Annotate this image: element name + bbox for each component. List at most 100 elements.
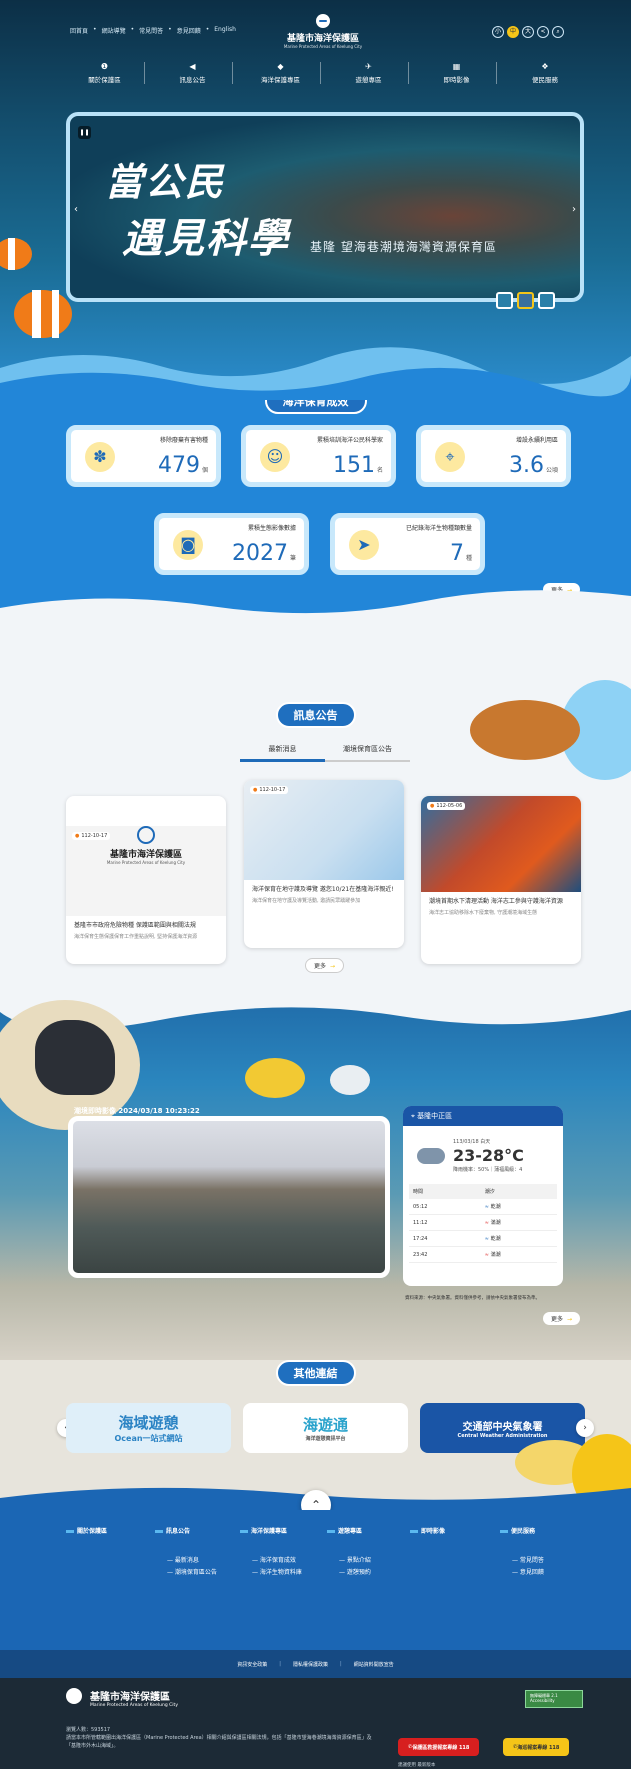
tide-table: 時間 潮汐 05:12 ≈ 乾潮 11:12 ≈ 滿潮 17:24 ≈ 乾潮 23:42…	[409, 1184, 557, 1263]
utility-icons: 小 中 大 < ⌕	[492, 26, 564, 38]
info-icon: ❶	[100, 62, 109, 71]
footer: 資訊安全政策 | 隱私權保護政策 | 網站資料開放宣告 基隆市海洋保護區 Marin…	[0, 1650, 631, 1769]
search-icon[interactable]: ⌕	[552, 26, 564, 38]
font-small-icon[interactable]: 小	[492, 26, 504, 38]
nav-recreation[interactable]: ✈ 遊憩專區	[329, 62, 409, 84]
footer-info: 瀏覽人數：593517 請當本市所管轄範圍出海洋保護區（Marine Prote…	[66, 1726, 376, 1750]
stat-label: 移除廢棄有害物種	[159, 437, 208, 444]
news-card[interactable]: 112-05-06 潮境首期水下清理活動 海洋志工參與守護海洋資源 海洋志工協助…	[421, 796, 581, 964]
wave-divider	[0, 347, 631, 400]
boat-icon: ✈	[365, 62, 372, 71]
footer-col-title[interactable]: 便民服務	[500, 1526, 544, 1535]
table-header: 時間	[409, 1184, 481, 1199]
news-more-button[interactable]: 更多	[305, 958, 345, 973]
tab-latest-news[interactable]: 最新消息	[240, 744, 325, 762]
news-card[interactable]: 112-10-17 基隆市海洋保護區 Marine Protected Area…	[66, 796, 226, 964]
footer-link[interactable]: 海洋保育成效	[240, 1555, 302, 1564]
link-haiyoutong[interactable]: 海遊通 海洋遊憩資訊平台	[243, 1403, 408, 1453]
stat-card: ☺ 累積培訓海洋公民科學家 151 名	[241, 425, 396, 487]
footer-link[interactable]: 意見回饋	[500, 1567, 544, 1576]
tide-value: ≈ 乾潮	[480, 1199, 557, 1215]
footer-col-title[interactable]: 訊息公告	[155, 1526, 217, 1535]
nav-service[interactable]: ❖ 便民服務	[505, 62, 585, 84]
chevron-right-icon[interactable]: ›	[576, 1419, 594, 1437]
policy-link[interactable]: 資訊安全政策	[237, 1661, 267, 1668]
footer-col: 即時影像	[410, 1526, 445, 1555]
link-ocean-portal[interactable]: 海域遊憩 Ocean一站式網站	[66, 1403, 231, 1453]
hotline-coastguard-button[interactable]: ✆ 海巡報案專線 118	[503, 1738, 570, 1756]
font-large-icon[interactable]: 大	[522, 26, 534, 38]
section-title: 其他連結	[275, 1360, 356, 1386]
banner-line2: 遇見科學	[122, 215, 290, 262]
visitor-count: 瀏覽人數：593517	[66, 1727, 111, 1733]
share-icon[interactable]: <	[537, 26, 549, 38]
policy-links: 資訊安全政策 | 隱私權保護政策 | 網站資料開放宣告	[0, 1650, 631, 1678]
banner-thumb[interactable]	[538, 292, 555, 309]
pause-icon[interactable]: ❚❚	[78, 126, 91, 139]
link-text: 海遊通	[302, 1416, 348, 1434]
footer-link[interactable]: 潮境保育區公告	[155, 1567, 217, 1576]
diver-image	[35, 1020, 115, 1095]
tide-value: ≈ 乾潮	[480, 1230, 557, 1247]
footer-col-title[interactable]: 即時影像	[410, 1526, 445, 1535]
table-header: 潮汐	[480, 1184, 557, 1199]
stat-label: 已紀錄海洋生物種類數量	[405, 525, 472, 532]
news-card[interactable]: 112-10-17 海洋保育在地守護及導覽 邀您10/21在基隆海洋親近! 海洋…	[244, 780, 404, 948]
stat-value: 151 名	[332, 453, 383, 478]
tab-reserve-notice[interactable]: 潮境保育區公告	[325, 744, 410, 760]
policy-link[interactable]: 網站資料開放宣告	[354, 1661, 394, 1668]
news-section: 訊息公告 最新消息 潮境保育區公告 112-10-17 基隆市海洋保護區 Mar…	[0, 620, 631, 990]
section-title: 海洋保育成效	[264, 400, 367, 414]
accessibility-badge[interactable]: 無障礙標章 2.1 Accessibility	[525, 1690, 583, 1708]
chevron-left-icon[interactable]: ‹	[74, 204, 78, 215]
policy-link[interactable]: 隱私權保護政策	[293, 1661, 328, 1668]
stat-value: 2027 筆	[231, 541, 296, 566]
top-link-faq[interactable]: 常見問答	[139, 26, 163, 35]
site-logo[interactable]: 基隆市海洋保護區 Marine Protected Areas of Keelu…	[276, 14, 370, 49]
footer-col-title[interactable]: 關於保護區	[66, 1526, 107, 1535]
hotline-rescue-button[interactable]: ✆ 保護區救援報案專線 118	[398, 1738, 480, 1756]
stat-card: ➤ 已紀錄海洋生物種類數量 7種	[330, 513, 485, 575]
chevron-right-icon[interactable]: ›	[572, 204, 576, 215]
nav-protection[interactable]: ◆ 海洋保護專區	[241, 62, 321, 84]
nav-label: 便民服務	[532, 76, 558, 84]
font-medium-icon[interactable]: 中	[507, 26, 519, 38]
hero-banner[interactable]: ❚❚ 當公民 遇見科學 基隆 望海巷潮境海灣資源保育區 ‹ ›	[66, 112, 584, 302]
footer-link[interactable]: 海洋生物資料庫	[240, 1567, 302, 1576]
top-link-home[interactable]: 回首頁	[70, 26, 88, 35]
footer-nav: 關於保護區 訊息公告 最新消息 潮境保育區公告 海洋保護專區 海洋保育成效 海洋…	[0, 1510, 631, 1650]
camera-icon: ▦	[452, 62, 461, 71]
footer-link[interactable]: 最新消息	[155, 1555, 217, 1564]
table-row: 05:12 ≈ 乾潮	[409, 1199, 557, 1215]
nav-about[interactable]: ❶ 關於保護區	[65, 62, 145, 84]
nav-label: 訊息公告	[179, 76, 206, 84]
nav-live[interactable]: ▦ 即時影像	[417, 62, 497, 84]
logo-icon	[137, 826, 155, 844]
top-link-english[interactable]: English	[214, 26, 236, 35]
weather-rain: 降雨機率：50%｜蒲福風級：4	[453, 1167, 523, 1173]
live-camera-image[interactable]	[68, 1116, 390, 1278]
stat-value: 7種	[449, 541, 472, 566]
footer-link[interactable]: 常見問答	[500, 1555, 544, 1564]
news-title: 海洋保育在地守護及導覽 邀您10/21在基隆海洋親近!	[252, 886, 394, 893]
news-tabs: 最新消息 潮境保育區公告	[240, 744, 410, 762]
footer-col-title[interactable]: 海洋保護專區	[240, 1526, 302, 1535]
main-nav: ❶ 關於保護區 ◀ 訊息公告 ◆ 海洋保護專區 ✈ 遊憩專區 ▦ 即時影像 ❖ 便民服務	[65, 62, 585, 84]
footer-logo-subtitle: Marine Protected Areas of Keelung City	[90, 1703, 178, 1708]
top-link-feedback[interactable]: 意見回饋	[177, 26, 201, 35]
banner-thumb[interactable]	[517, 292, 534, 309]
news-card-image: 112-10-17 基隆市海洋保護區 Marine Protected Area…	[66, 826, 226, 916]
banner-tagline: 基隆 望海巷潮境海灣資源保育區	[310, 240, 497, 254]
top-link-sitemap[interactable]: 網站導覽	[102, 26, 126, 35]
stat-label: 累積培訓海洋公民科學家	[316, 437, 383, 444]
live-section: 潮境即時影像 2024/03/18 10:23:22 ⌖ 基隆中正區 113/0…	[0, 990, 631, 1360]
nav-news[interactable]: ◀ 訊息公告	[153, 62, 233, 84]
footer-link[interactable]: 景點介紹	[327, 1555, 371, 1564]
table-row: 11:12 ≈ 滿潮	[409, 1214, 557, 1231]
footer-col: 便民服務 常見問答 意見回饋	[500, 1526, 544, 1579]
weather-more-button[interactable]: 更多	[543, 1312, 581, 1325]
footer-link[interactable]: 遊憩預約	[327, 1567, 371, 1576]
banner-thumb[interactable]	[496, 292, 513, 309]
footer-col-title[interactable]: 遊憩專區	[327, 1526, 371, 1535]
footer-col: 訊息公告 最新消息 潮境保育區公告	[155, 1526, 217, 1579]
